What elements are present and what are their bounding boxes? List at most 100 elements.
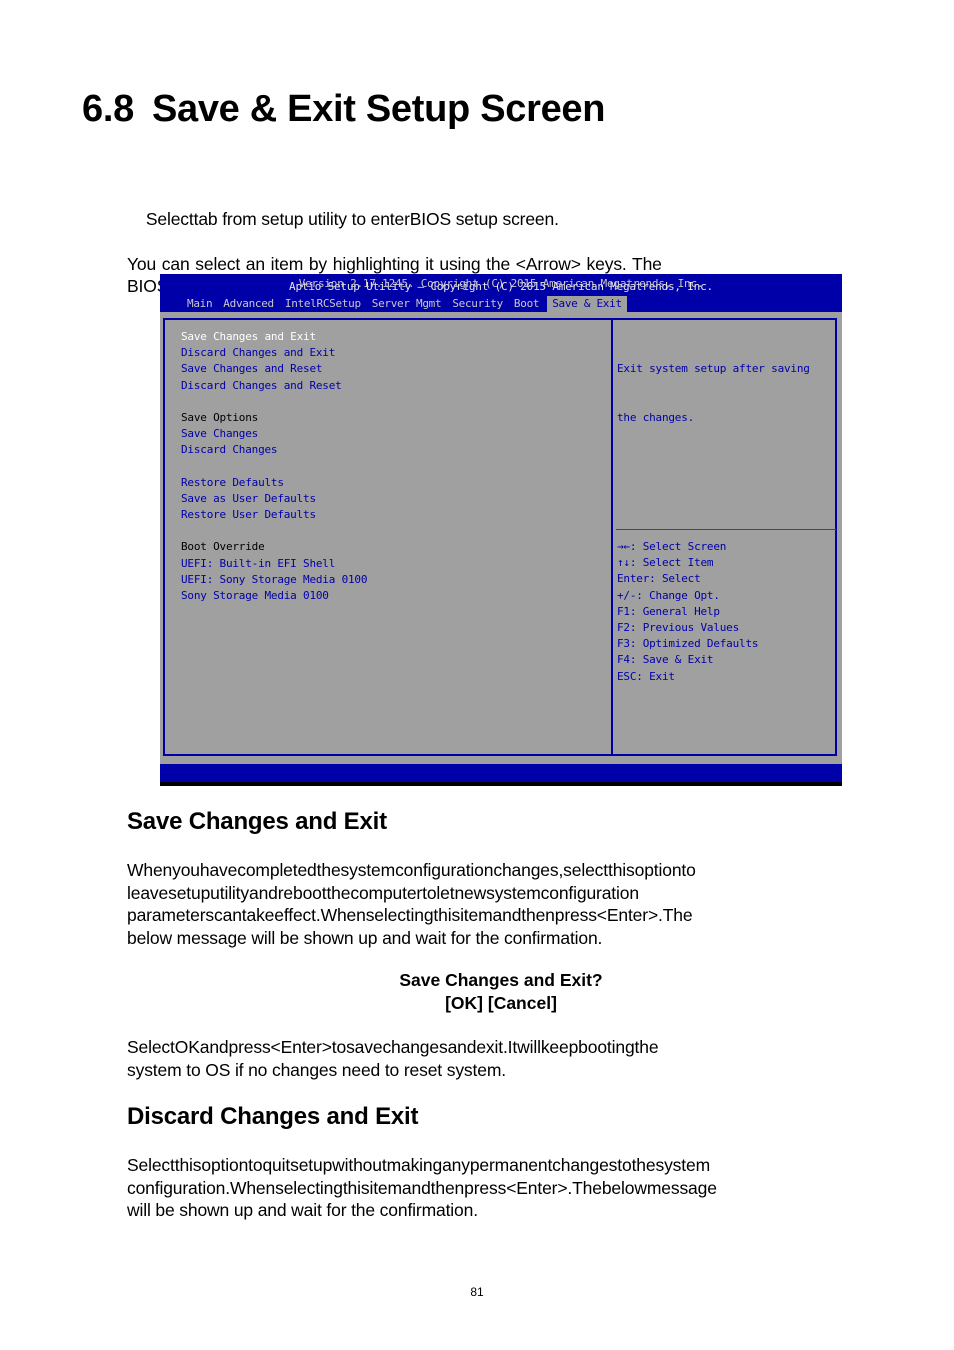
para-line: parameterscantakeeffect.Whenselectingthi… xyxy=(127,904,875,927)
word: permanent xyxy=(469,1155,553,1175)
word: leave xyxy=(127,882,169,903)
word: to xyxy=(331,1037,347,1057)
bios-tab-boot[interactable]: Boot xyxy=(511,296,542,312)
word: The xyxy=(572,1177,602,1198)
page-heading: 6.8 Save & Exit Setup Screen xyxy=(82,88,605,131)
word: The xyxy=(662,905,693,925)
word: reboot xyxy=(277,882,327,903)
word: Select xyxy=(127,1155,175,1175)
word: to xyxy=(248,1155,263,1175)
page-number: 81 xyxy=(470,1285,484,1299)
bios-menu-list: Save Changes and Exit Discard Changes and… xyxy=(181,329,367,604)
word: press xyxy=(464,1177,507,1198)
bios-bottom-edge xyxy=(160,782,842,786)
help-line: the changes. xyxy=(617,411,695,425)
word: Select xyxy=(127,1037,175,1057)
bios-menu-item[interactable]: Restore User Defaults xyxy=(181,507,367,523)
save-exit-after-paragraph: SelectOKandpress<Enter>tosavechangesande… xyxy=(127,1036,875,1081)
word: completed xyxy=(237,860,317,880)
word: the xyxy=(326,882,351,903)
bios-menu-item-selected[interactable]: Save Changes and Exit xyxy=(181,329,367,345)
para-line: below message will be shown up and wait … xyxy=(127,927,603,948)
word: press xyxy=(228,1037,271,1057)
bios-tab-main[interactable]: Main xyxy=(184,296,215,312)
word: to xyxy=(617,1155,632,1175)
word: item xyxy=(369,1177,402,1198)
word: to xyxy=(681,860,696,880)
intro-line-1: Selecttab from setup utility to enterBIO… xyxy=(127,185,875,253)
key-legend-line: F4: Save & Exit xyxy=(617,653,714,667)
word: then xyxy=(521,905,555,925)
word: the xyxy=(631,1155,656,1175)
save-exit-dialog-message: Save Changes and Exit? [OK] [Cancel] xyxy=(127,969,875,1014)
word: press xyxy=(554,905,597,925)
key-legend-line: F1: General Help xyxy=(617,604,720,618)
bios-tab-bar: Main Advanced IntelRCSetup Server Mgmt Secur… xyxy=(184,296,632,312)
word: effect. xyxy=(274,905,321,925)
bios-spacer xyxy=(181,394,367,410)
word: When xyxy=(320,905,366,925)
word: and xyxy=(492,905,522,925)
bios-menu-item[interactable]: Discard Changes and Reset xyxy=(181,378,367,394)
section-heading-save-exit: Save Changes and Exit xyxy=(127,808,387,835)
word: system xyxy=(486,882,541,903)
word: take xyxy=(241,905,275,925)
save-exit-paragraph: Whenyouhavecompletedthesystemconfigurati… xyxy=(127,859,875,949)
bios-menu-item[interactable]: UEFI: Built-in EFI Shell xyxy=(181,556,367,572)
para-line: Selectthisoptiontoquitsetupwithoutmaking… xyxy=(127,1154,875,1177)
key-legend-line: F3: Optimized Defaults xyxy=(617,637,759,651)
bios-tab-server-mgmt[interactable]: Server Mgmt xyxy=(369,296,445,312)
bios-tab-security[interactable]: Security xyxy=(449,296,506,312)
bios-menu-item[interactable]: Save Changes and Reset xyxy=(181,361,367,377)
bios-menu-item[interactable]: Discard Changes xyxy=(181,442,367,458)
bios-tab-intelrcsetup[interactable]: IntelRCSetup xyxy=(282,296,364,312)
bios-screenshot: Aptio Setup Utility – Copyright (C) 2015… xyxy=(160,274,842,786)
word: exit. xyxy=(476,1037,508,1057)
word: utility xyxy=(210,882,249,903)
word: configuration xyxy=(540,882,639,903)
word: <Enter>. xyxy=(596,905,663,925)
word: OK xyxy=(174,1037,200,1057)
bios-menu-item[interactable]: Restore Defaults xyxy=(181,475,367,491)
section-heading-discard-exit: Discard Changes and Exit xyxy=(127,1103,419,1130)
word: this xyxy=(608,860,635,880)
word: changes xyxy=(552,1155,618,1175)
para-line: SelectOKandpress<Enter>tosavechangesande… xyxy=(127,1036,875,1059)
word: changes xyxy=(382,1037,448,1057)
bios-menu-item[interactable]: Discard Changes and Exit xyxy=(181,345,367,361)
word: quit xyxy=(262,1155,291,1175)
word: can xyxy=(214,905,242,925)
word: message xyxy=(646,1177,717,1198)
word: the xyxy=(316,860,341,880)
bios-tab-save-exit[interactable]: Save & Exit xyxy=(547,296,627,312)
bios-group-label: Save Options xyxy=(181,410,259,424)
intro-line-2: You can select an item by highlighting i… xyxy=(127,253,662,274)
dialog-question: Save Changes and Exit? xyxy=(399,970,603,990)
key-legend-line: Enter: Select xyxy=(617,572,701,586)
bios-menu-item[interactable]: Sony Storage Media 0100 xyxy=(181,588,367,604)
intro-text: Select xyxy=(145,208,194,229)
key-legend-line: ESC: Exit xyxy=(617,669,675,683)
word: new xyxy=(454,882,487,903)
bios-menu-item[interactable]: Save as User Defaults xyxy=(181,491,367,507)
word: let xyxy=(436,882,455,903)
para-line: system to OS if no changes need to reset… xyxy=(127,1059,506,1080)
section-number: 6.8 xyxy=(82,88,134,130)
bios-menu-item[interactable]: UEFI: Sony Storage Media 0100 xyxy=(181,572,367,588)
word: item xyxy=(460,905,493,925)
bios-menu-item[interactable]: Save Changes xyxy=(181,426,367,442)
word: and xyxy=(199,1037,229,1057)
word: <Enter> xyxy=(270,1037,332,1057)
dialog-options: [OK] [Cancel] xyxy=(445,992,557,1013)
word: selecting xyxy=(365,905,434,925)
word: you xyxy=(172,860,200,880)
word: without xyxy=(332,1155,387,1175)
bios-tab-advanced[interactable]: Advanced xyxy=(220,296,277,312)
para-line: leavesetuputilityandrebootthecomputertol… xyxy=(127,882,875,905)
para-line: configuration.Whenselectingthisitemandth… xyxy=(127,1177,875,1200)
word: save xyxy=(346,1037,383,1057)
word: system xyxy=(340,860,396,880)
key-legend-line: F2: Previous Values xyxy=(617,621,740,635)
word: the xyxy=(634,1037,659,1057)
word: and xyxy=(447,1037,477,1057)
